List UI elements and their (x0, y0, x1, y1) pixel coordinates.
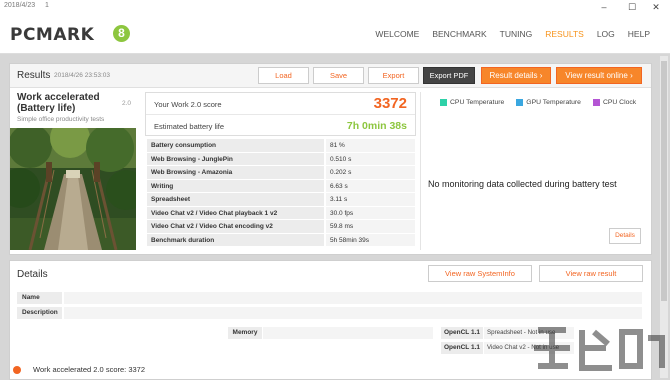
metric-name: Battery consumption (147, 139, 324, 152)
battery-life-value: 7h 0min 38s (346, 120, 407, 132)
scrollbar-thumb[interactable] (661, 61, 667, 301)
details-title: Details (17, 269, 48, 280)
watermark-logo (534, 327, 665, 371)
metric-name: Spreadsheet (147, 193, 324, 206)
metric-row: Battery consumption 81 % (147, 139, 415, 153)
test-version: 2.0 (122, 100, 132, 107)
metric-row: Video Chat v2 / Video Chat playback 1 v2… (147, 206, 415, 220)
monitoring-legend: CPU Temperature GPU Temperature CPU Cloc… (440, 99, 636, 106)
name-field (64, 292, 642, 304)
results-toolbar: Results 2018/4/26 23:53:03 Load Save Exp… (10, 64, 651, 88)
memory-field (263, 327, 433, 339)
metric-name: Web Browsing - JunglePin (147, 152, 324, 165)
metric-name: Benchmark duration (147, 233, 324, 246)
view-online-label: View result online (565, 71, 628, 80)
minimize-icon[interactable]: – (590, 0, 618, 14)
opencl-label: OpenCL 1.1 (441, 327, 483, 339)
export-button[interactable]: Export (368, 67, 419, 84)
metric-row: Web Browsing - JunglePin 0.510 s (147, 152, 415, 166)
metric-value: 81 % (326, 139, 415, 152)
nav-welcome[interactable]: WELCOME (375, 29, 419, 39)
metric-value: 6.63 s (326, 179, 415, 192)
result-details-button[interactable]: Result details › (481, 67, 551, 84)
metric-row: Benchmark duration 5h 58min 39s (147, 233, 415, 247)
metrics-table: Battery consumption 81 % Web Browsing - J… (147, 139, 415, 247)
metric-name: Writing (147, 179, 324, 192)
metric-row: Spreadsheet 3.11 s (147, 193, 415, 207)
export-pdf-button[interactable]: Export PDF (423, 67, 475, 84)
score-value: 3372 (373, 95, 407, 112)
results-date: 2018/4/26 23:53:03 (54, 72, 111, 79)
legend-gpu-temperature[interactable]: GPU Temperature (516, 99, 581, 106)
legend-label: GPU Temperature (526, 99, 581, 106)
metric-name: Video Chat v2 / Video Chat playback 1 v2 (147, 206, 324, 219)
metric-row: Video Chat v2 / Video Chat encoding v2 59… (147, 220, 415, 234)
pcmark-logo: PCMARK (10, 25, 95, 45)
legend-swatch (440, 99, 447, 106)
name-row: Name (17, 292, 642, 304)
metric-value: 5h 58min 39s (326, 233, 415, 246)
legend-label: CPU Temperature (450, 99, 505, 106)
details-button[interactable]: Details (609, 228, 641, 244)
view-raw-systeminfo-button[interactable]: View raw SystemInfo (428, 265, 532, 282)
metric-value: 30.0 fps (326, 206, 415, 219)
window-titlebar: 2018/4/23 1 – ☐ ✕ (0, 0, 670, 14)
close-icon[interactable]: ✕ (642, 0, 670, 14)
app-header: PCMARK 8 WELCOME BENCHMARK TUNING RESULT… (0, 14, 670, 54)
panel-divider (420, 92, 421, 250)
view-result-online-button[interactable]: View result online › (556, 67, 642, 84)
nav-benchmark[interactable]: BENCHMARK (432, 29, 486, 39)
score-box: Your Work 2.0 score 3372 Estimated batte… (145, 92, 416, 136)
memory-label: Memory (228, 327, 262, 339)
metric-value: 0.202 s (326, 166, 415, 179)
results-panel: Results 2018/4/26 23:53:03 Load Save Exp… (9, 63, 652, 255)
nav-help[interactable]: HELP (628, 29, 650, 39)
score-status-icon (13, 366, 21, 374)
nav-tuning[interactable]: TUNING (500, 29, 533, 39)
main-nav: WELCOME BENCHMARK TUNING RESULTS LOG HEL… (375, 29, 650, 39)
legend-swatch (516, 99, 524, 106)
metric-name: Web Browsing - Amazonia (147, 166, 324, 179)
battery-life-label: Estimated battery life (154, 122, 225, 131)
metric-row: Writing 6.63 s (147, 179, 415, 193)
view-raw-result-button[interactable]: View raw result (539, 265, 643, 282)
name-label: Name (17, 292, 62, 304)
metric-name: Video Chat v2 / Video Chat encoding v2 (147, 220, 324, 233)
load-button[interactable]: Load (258, 67, 309, 84)
metric-value: 0.510 s (326, 152, 415, 165)
test-title: Work accelerated (Battery life) (17, 92, 100, 114)
logo-badge: 8 (113, 25, 130, 42)
score-row: Your Work 2.0 score 3372 (146, 93, 415, 115)
bridge-jungle-image (10, 128, 136, 250)
metric-value: 59.8 ms (326, 220, 415, 233)
opencl-label: OpenCL 1.1 (441, 342, 483, 354)
nav-log[interactable]: LOG (597, 29, 615, 39)
chevron-right-icon: › (630, 71, 633, 80)
result-details-label: Result details (489, 71, 538, 80)
description-label: Description (17, 307, 62, 319)
save-button[interactable]: Save (313, 67, 364, 84)
metric-value: 3.11 s (326, 193, 415, 206)
chevron-right-icon: › (539, 71, 543, 80)
metric-row: Web Browsing - Amazonia 0.202 s (147, 166, 415, 180)
no-monitoring-message: No monitoring data collected during batt… (428, 179, 617, 189)
legend-label: CPU Clock (602, 99, 637, 106)
test-scene-image (10, 128, 136, 250)
results-title: Results (17, 70, 51, 81)
score-label: Your Work 2.0 score (154, 100, 222, 109)
footer-score-text: Work accelerated 2.0 score: 3372 (33, 365, 146, 374)
titlebar-date: 2018/4/23 (4, 2, 36, 9)
legend-cpu-clock[interactable]: CPU Clock (592, 99, 637, 106)
legend-swatch (592, 99, 600, 106)
titlebar-number: 1 (45, 2, 49, 9)
legend-cpu-temperature[interactable]: CPU Temperature (440, 99, 504, 106)
test-subtitle: Simple office productivity tests (17, 116, 105, 123)
nav-results[interactable]: RESULTS (545, 29, 584, 39)
